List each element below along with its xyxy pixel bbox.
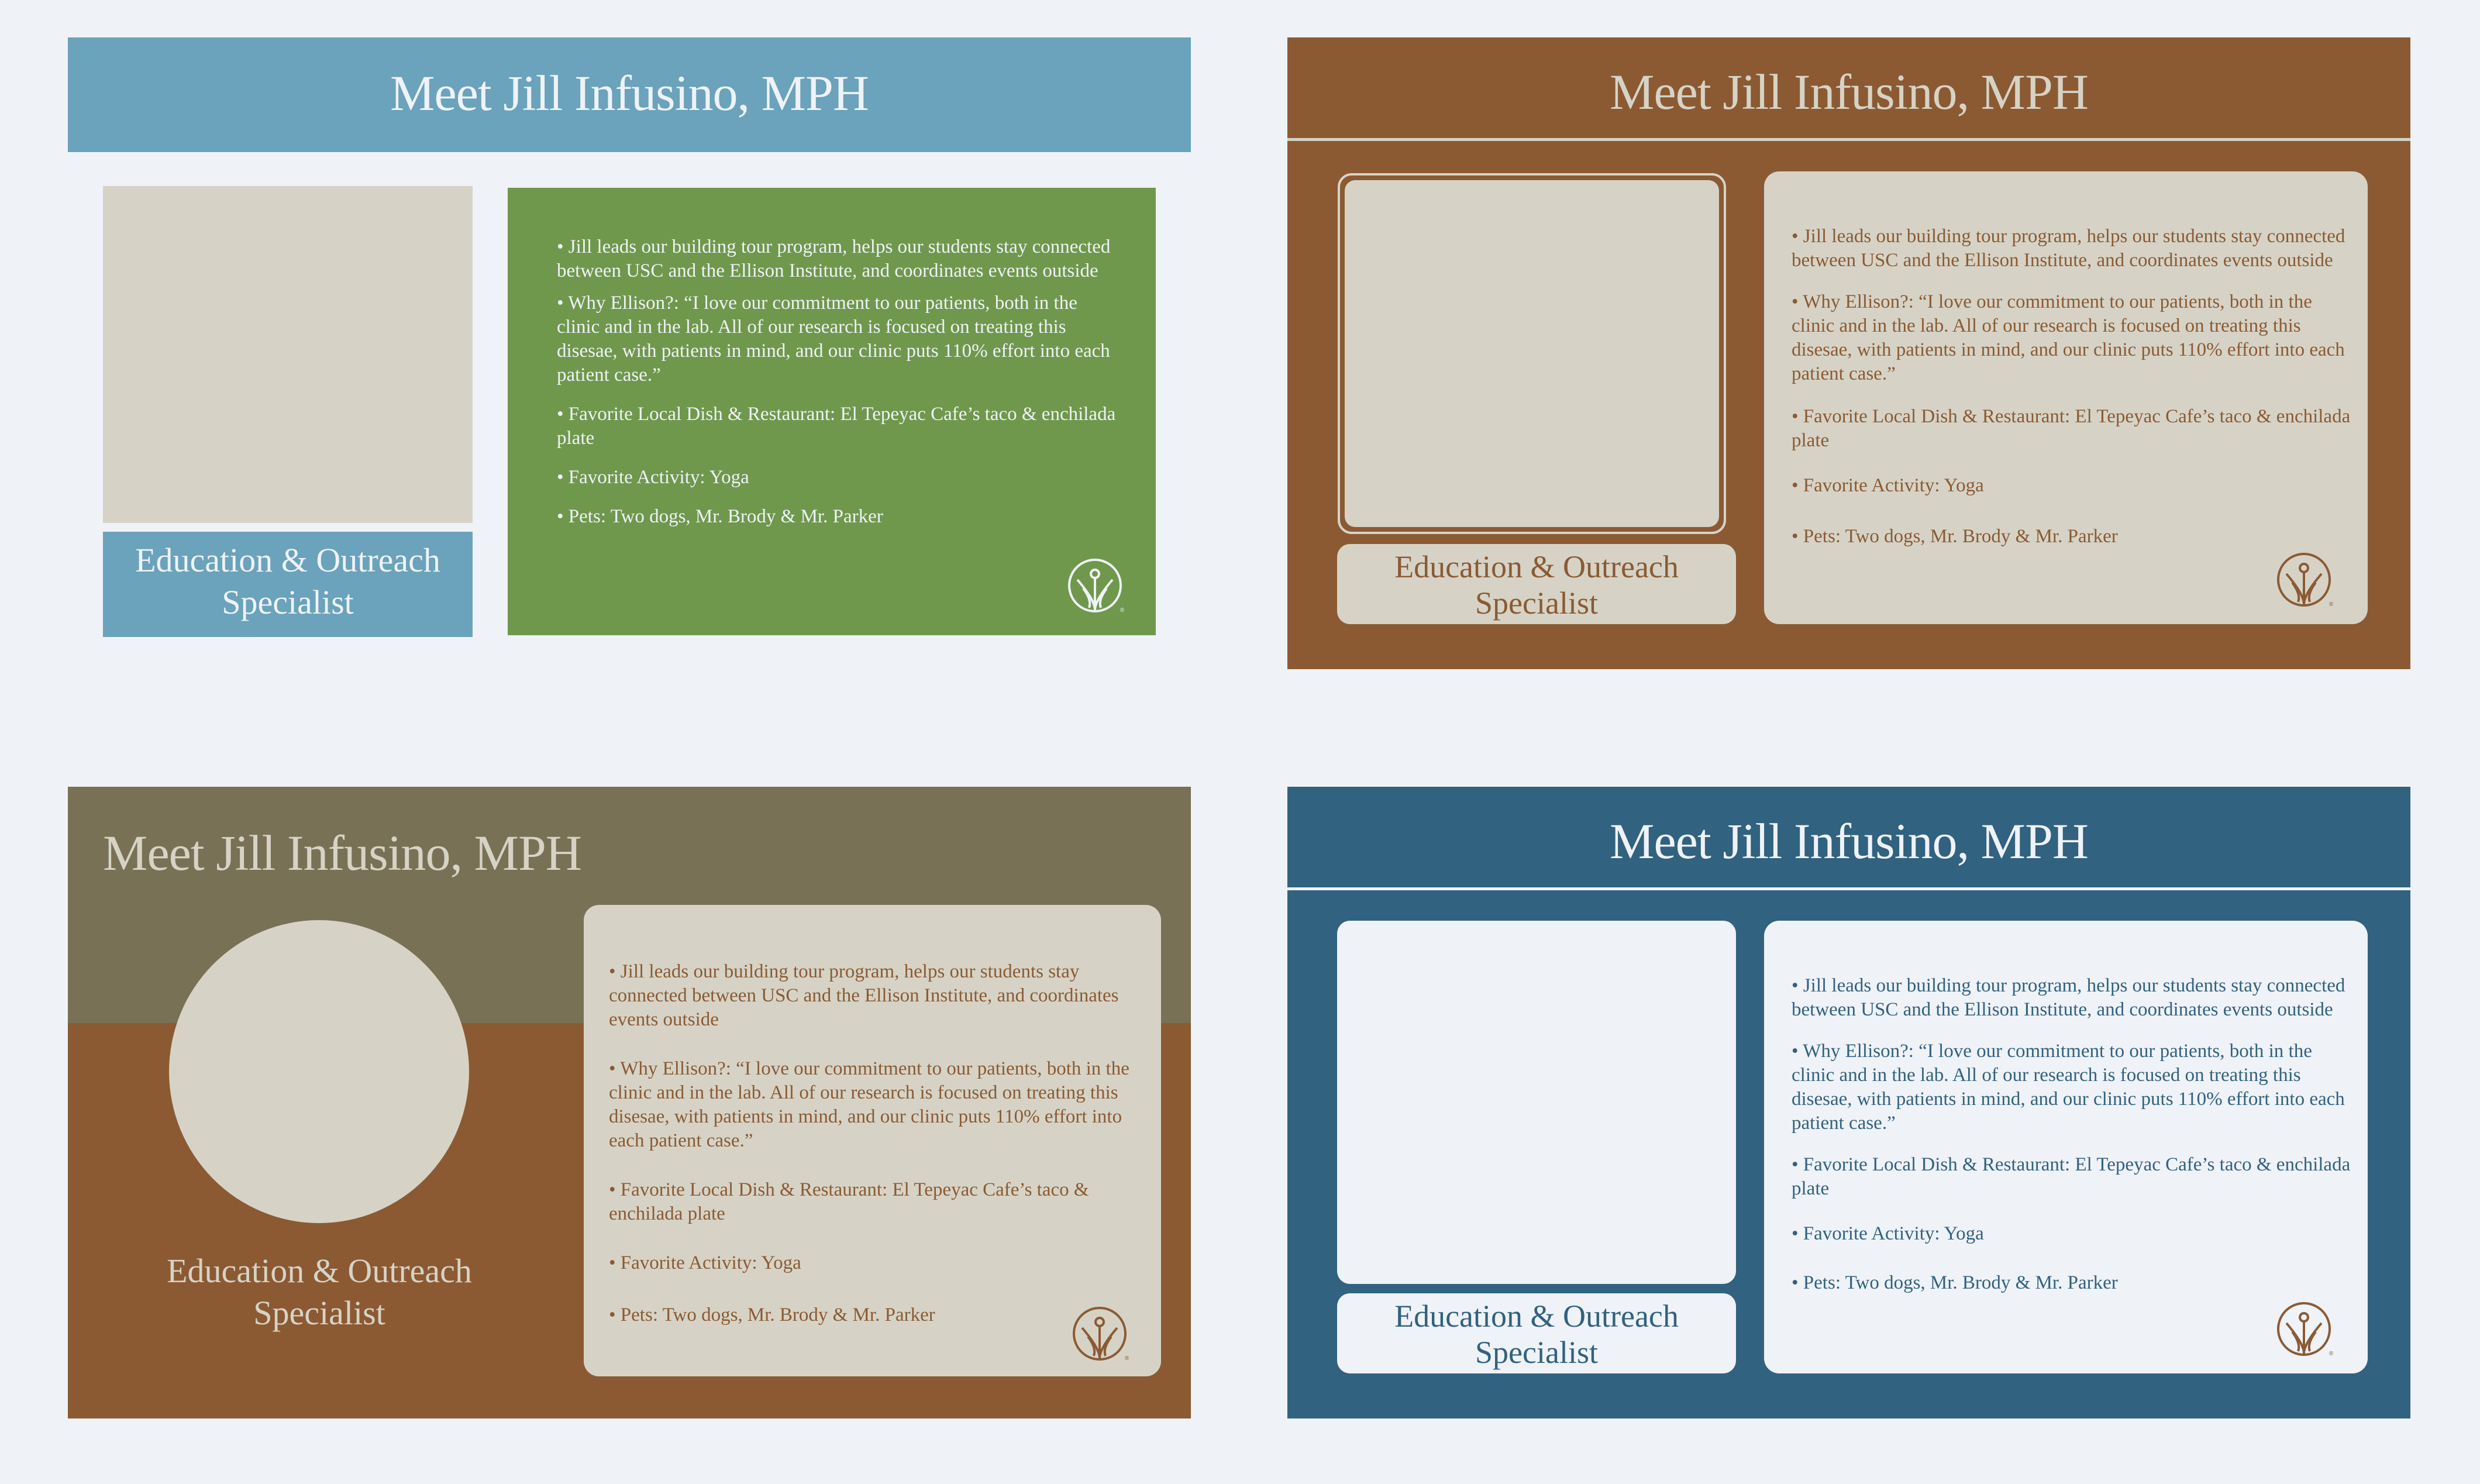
photo-placeholder	[169, 920, 469, 1223]
slide-4[interactable]: Meet Jill Infusino, MPH Education & Outr…	[1287, 787, 2410, 1418]
role-line-1: Education & Outreach	[1394, 1299, 1679, 1334]
photo-placeholder	[1345, 180, 1719, 527]
bio-bullet-why-ellison: • Why Ellison?: “I love our commitment t…	[1792, 291, 2345, 384]
bio-bullet-why-ellison: • Why Ellison?: “I love our commitment t…	[1792, 1041, 2345, 1134]
photo-placeholder	[1337, 921, 1736, 1284]
bio-bullet-dish: • Favorite Local Dish & Restaurant: El T…	[609, 1179, 1089, 1224]
slide-title: Meet Jill Infusino, MPH	[103, 825, 582, 881]
bio-bullet-pets: • Pets: Two dogs, Mr. Brody & Mr. Parker	[557, 506, 883, 527]
slide-title: Meet Jill Infusino, MPH	[1610, 64, 2089, 120]
bio-text: • Jill leads our building tour program, …	[557, 235, 1118, 529]
role-text: Education & Outreach Specialist	[1337, 549, 1736, 621]
title-divider	[1287, 887, 2410, 890]
role-line-2: Specialist	[1475, 1335, 1598, 1370]
slide-2[interactable]: Meet Jill Infusino, MPH Education & Outr…	[1287, 37, 2410, 669]
title-divider	[1287, 138, 2410, 141]
bio-text: • Jill leads our building tour program, …	[1792, 974, 2353, 1295]
ellison-logo-icon: ®	[2275, 550, 2333, 609]
ellison-logo-icon: ®	[1070, 1304, 1129, 1363]
bio-bullet-dish: • Favorite Local Dish & Restaurant: El T…	[1792, 406, 2351, 451]
bio-bullet-pets: • Pets: Two dogs, Mr. Brody & Mr. Parker	[1792, 1272, 2118, 1293]
svg-text:®: ®	[2329, 601, 2333, 608]
role-line-2: Specialist	[222, 583, 354, 621]
svg-text:®: ®	[1120, 607, 1124, 614]
role-text: Education & Outreach Specialist	[144, 1250, 495, 1334]
role-line-2: Specialist	[1475, 586, 1598, 621]
ellison-logo-icon: ®	[2275, 1300, 2333, 1358]
bio-bullet-dish: • Favorite Local Dish & Restaurant: El T…	[557, 404, 1116, 449]
slide-1[interactable]: Meet Jill Infusino, MPH Education & Outr…	[68, 37, 1191, 669]
bio-text: • Jill leads our building tour program, …	[1792, 225, 2353, 549]
bio-bullet-tour: • Jill leads our building tour program, …	[557, 236, 1111, 281]
svg-text:®: ®	[2329, 1351, 2333, 1357]
bio-bullet-pets: • Pets: Two dogs, Mr. Brody & Mr. Parker	[1792, 526, 2118, 547]
bio-bullet-activity: • Favorite Activity: Yoga	[609, 1252, 801, 1273]
role-line-2: Specialist	[253, 1294, 385, 1332]
bio-bullet-activity: • Favorite Activity: Yoga	[1792, 475, 1984, 496]
ellison-logo-icon: ®	[1066, 556, 1124, 615]
photo-placeholder	[103, 186, 473, 523]
bio-bullet-tour: • Jill leads our building tour program, …	[609, 961, 1119, 1030]
bio-bullet-why-ellison: • Why Ellison?: “I love our commitment t…	[557, 292, 1110, 385]
role-text: Education & Outreach Specialist	[103, 539, 473, 624]
bio-bullet-activity: • Favorite Activity: Yoga	[1792, 1223, 1984, 1244]
bio-bullet-why-ellison: • Why Ellison?: “I love our commitment t…	[609, 1058, 1129, 1151]
role-text: Education & Outreach Specialist	[1337, 1298, 1736, 1371]
slide-3[interactable]: Meet Jill Infusino, MPH Education & Outr…	[68, 787, 1191, 1418]
bio-bullet-tour: • Jill leads our building tour program, …	[1792, 975, 2345, 1020]
slide-title: Meet Jill Infusino, MPH	[1610, 813, 2089, 869]
svg-text:®: ®	[1125, 1355, 1129, 1362]
role-line-1: Education & Outreach	[167, 1252, 472, 1290]
role-line-1: Education & Outreach	[135, 541, 440, 579]
bio-text: • Jill leads our building tour program, …	[609, 960, 1135, 1327]
slide-title: Meet Jill Infusino, MPH	[390, 65, 869, 121]
bio-bullet-pets: • Pets: Two dogs, Mr. Brody & Mr. Parker	[609, 1304, 935, 1325]
bio-bullet-tour: • Jill leads our building tour program, …	[1792, 226, 2345, 271]
bio-bullet-dish: • Favorite Local Dish & Restaurant: El T…	[1792, 1154, 2351, 1199]
bio-bullet-activity: • Favorite Activity: Yoga	[557, 467, 749, 488]
role-line-1: Education & Outreach	[1394, 549, 1679, 584]
